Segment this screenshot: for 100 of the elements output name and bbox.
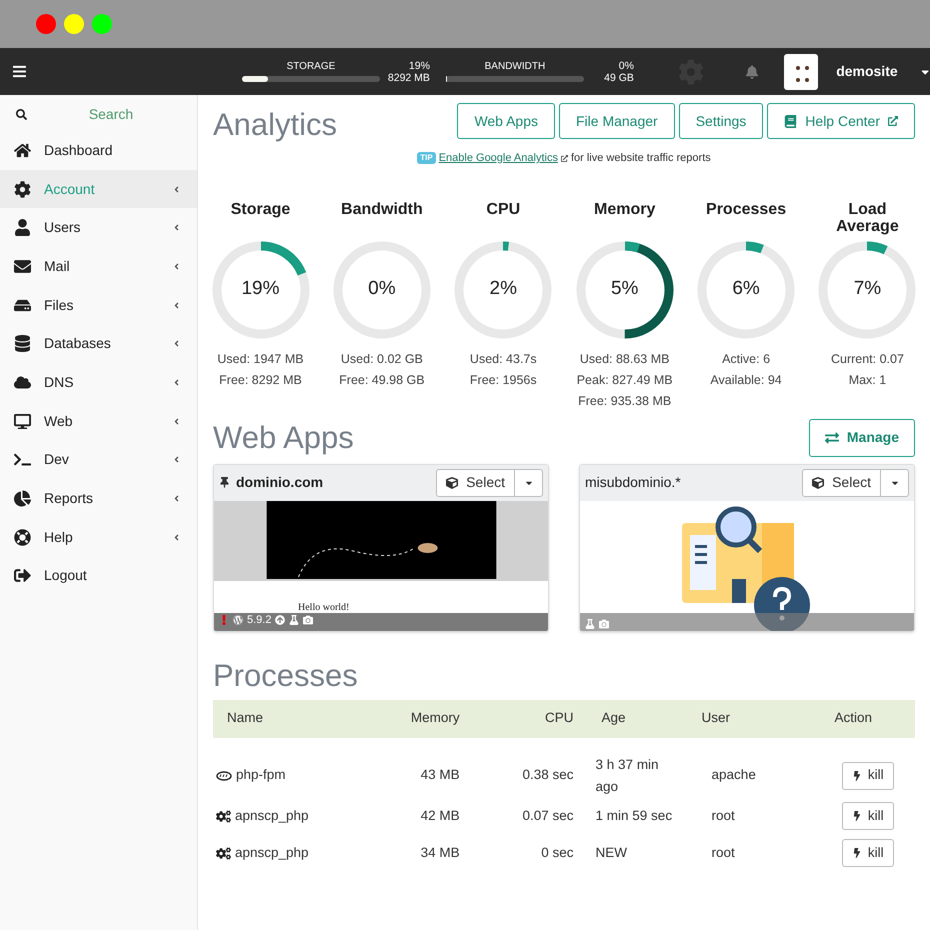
sidebar-item[interactable]: Users — [0, 208, 197, 248]
sidebar-item[interactable]: Web — [0, 402, 197, 440]
page-title: Analytics — [213, 106, 338, 144]
gauge-detail: Current: 0.07 — [830, 350, 905, 368]
lightning-icon — [852, 811, 862, 821]
tip-badge: TIP — [417, 152, 436, 164]
search-icon — [16, 108, 27, 120]
cube-icon — [446, 476, 458, 488]
gauge-value: 6% — [732, 277, 760, 302]
sidebar-item[interactable]: Files — [0, 286, 197, 324]
table-cell-text: 0.38 sec — [521, 766, 575, 784]
menu-icon[interactable] — [13, 64, 26, 79]
sidebar-item[interactable]: Dashboard — [0, 131, 197, 170]
nav-button[interactable]: Settings — [678, 103, 764, 139]
wordpress-icon — [233, 615, 243, 626]
tip-text: for live website traffic reports — [570, 151, 711, 166]
gauge-detail: Free: 49.98 GB — [338, 372, 426, 388]
sidebar-item[interactable]: Logout — [0, 556, 197, 596]
table-cell-text: 1 min 59 sec — [594, 807, 674, 825]
sidebar-label: Mail — [44, 256, 71, 276]
table-cell-text: 34 MB — [420, 844, 461, 862]
meter-label: BANDWIDTH — [484, 60, 546, 72]
gauge-detail: Active: 6 — [721, 350, 772, 368]
nav-button[interactable]: Help Center — [767, 103, 915, 139]
gauge-detail: Peak: 827.49 MB — [576, 372, 674, 388]
sidebar-label: Dashboard — [44, 140, 114, 160]
kill-button[interactable]: kill — [842, 762, 894, 790]
sidebar-label: Account — [44, 180, 96, 199]
minimize-button[interactable] — [64, 14, 84, 34]
sidebar-item[interactable]: Dev — [0, 440, 197, 480]
maximize-button[interactable] — [92, 14, 112, 34]
kill-button[interactable]: kill — [842, 802, 894, 830]
table-cell-text: 0 sec — [540, 844, 575, 862]
column-header: Action — [820, 700, 915, 738]
gauge-detail: Used: 1947 MB — [216, 350, 305, 368]
book-icon — [784, 114, 798, 128]
sidebar-label: Web — [44, 412, 74, 431]
table-cell-text: NEW — [594, 844, 628, 862]
gauge-value: 19% — [241, 277, 280, 302]
gauge-detail: Used: 43.7s — [468, 350, 538, 368]
php-icon — [216, 770, 232, 780]
dropdown-button[interactable] — [881, 468, 909, 496]
dropdown-button[interactable] — [515, 468, 543, 496]
sidebar-item[interactable]: Mail — [0, 247, 197, 286]
analytics-link[interactable]: Enable Google Analytics — [438, 150, 558, 166]
flask-icon — [289, 615, 300, 626]
gauge-detail: Free: 8292 MB — [218, 372, 303, 388]
sidebar-item[interactable]: Reports — [0, 479, 197, 518]
camera-icon — [303, 615, 314, 626]
logout-icon — [14, 567, 31, 584]
sidebar-item[interactable]: Help — [0, 518, 197, 557]
nav-button[interactable]: File Manager — [559, 103, 675, 139]
gauge-detail: Free: 1956s — [468, 372, 538, 388]
meter-percent: 0% — [618, 60, 634, 72]
pie-chart-icon — [14, 490, 31, 508]
table-cell-text: 42 MB — [420, 806, 461, 825]
table-cell-text: 43 MB — [420, 766, 461, 784]
upload-icon — [275, 615, 286, 626]
process-name: apnscp_php — [235, 844, 309, 862]
app-domain: dominio.com — [236, 473, 324, 492]
manage-button[interactable]: Manage — [808, 418, 915, 456]
table-cell-text: 3 h 37 min ago — [594, 756, 660, 796]
sidebar-label: DNS — [44, 372, 75, 392]
meter-label: STORAGE — [286, 60, 336, 72]
gauge-title: Load Average — [835, 200, 900, 236]
select-button[interactable]: Select — [802, 468, 881, 496]
gauge-detail: Used: 88.63 MB — [578, 350, 670, 368]
column-header: CPU — [474, 700, 588, 738]
sidebar-item[interactable]: Databases — [0, 324, 197, 364]
gauge-detail: Free: 935.38 MB — [577, 392, 672, 410]
sidebar-label: Dev — [44, 450, 70, 470]
gear-icon — [14, 180, 31, 198]
table-cell-text: root — [710, 806, 736, 825]
bell-icon[interactable] — [746, 64, 758, 78]
kill-button[interactable]: kill — [842, 839, 894, 867]
cube-icon — [812, 476, 824, 488]
lightning-icon — [852, 770, 862, 780]
gauge-title: Memory — [592, 200, 656, 220]
nav-button[interactable]: Web Apps — [457, 103, 555, 139]
select-button[interactable]: Select — [436, 468, 515, 496]
meter-percent: 19% — [408, 60, 430, 72]
sidebar-label: Logout — [44, 566, 88, 586]
search-field[interactable]: Search — [41, 104, 181, 124]
version-text: 5.9.2 — [247, 613, 272, 628]
avatar[interactable] — [784, 54, 818, 90]
meter-amount: 8292 MB — [388, 72, 430, 84]
external-link-icon — [560, 154, 568, 162]
close-button[interactable] — [36, 14, 56, 34]
section-title: Processes — [213, 656, 359, 694]
sidebar-label: Files — [44, 296, 75, 315]
column-header: Name — [213, 700, 363, 738]
sidebar-item[interactable]: DNS — [0, 363, 197, 402]
table-cell-text: root — [710, 844, 736, 862]
gauge-value: 0% — [368, 277, 396, 302]
gauge-detail: Available: 94 — [709, 372, 783, 388]
lifebuoy-icon — [14, 528, 31, 546]
terminal-icon — [14, 451, 31, 468]
sidebar-label: Reports — [44, 489, 94, 508]
username[interactable]: demosite — [836, 61, 898, 82]
gauge-detail: Max: 1 — [848, 372, 888, 388]
